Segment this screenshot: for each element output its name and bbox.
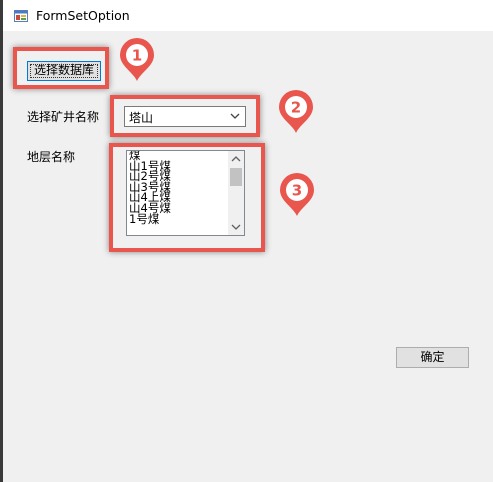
mine-name-selected: 塔山	[129, 111, 154, 125]
background-edge	[0, 0, 3, 482]
select-database-button[interactable]: 选择数据库	[27, 61, 101, 81]
strata-listbox[interactable]: 煤 山1号煤 山2号煤 山3号煤 山4上煤 山4号煤 1号煤	[126, 150, 245, 236]
marker-2-label: 2	[291, 99, 301, 117]
strata-items: 煤 山1号煤 山2号煤 山3号煤 山4上煤 山4号煤 1号煤	[128, 151, 229, 225]
marker-3-label: 3	[292, 182, 302, 200]
confirm-button[interactable]: 确定	[396, 347, 469, 368]
scrollbar-thumb[interactable]	[230, 168, 242, 186]
marker-3-icon: 3	[280, 173, 314, 216]
mine-name-combobox[interactable]: 塔山	[124, 106, 246, 127]
marker-1-label: 1	[132, 47, 142, 65]
marker-1-icon: 1	[120, 38, 154, 81]
marker-2-icon: 2	[279, 90, 313, 133]
strata-name-label: 地层名称	[27, 150, 76, 164]
scroll-up-icon[interactable]	[231, 155, 241, 163]
title-bar[interactable]: FormSetOption	[3, 0, 493, 31]
chevron-down-icon[interactable]	[230, 113, 240, 120]
vertical-scrollbar[interactable]	[228, 151, 244, 235]
app-window-icon	[14, 10, 28, 22]
scroll-down-icon[interactable]	[231, 223, 241, 231]
list-item[interactable]: 1号煤	[128, 213, 229, 225]
window-title: FormSetOption	[36, 8, 130, 23]
mine-name-label: 选择矿井名称	[27, 110, 100, 124]
